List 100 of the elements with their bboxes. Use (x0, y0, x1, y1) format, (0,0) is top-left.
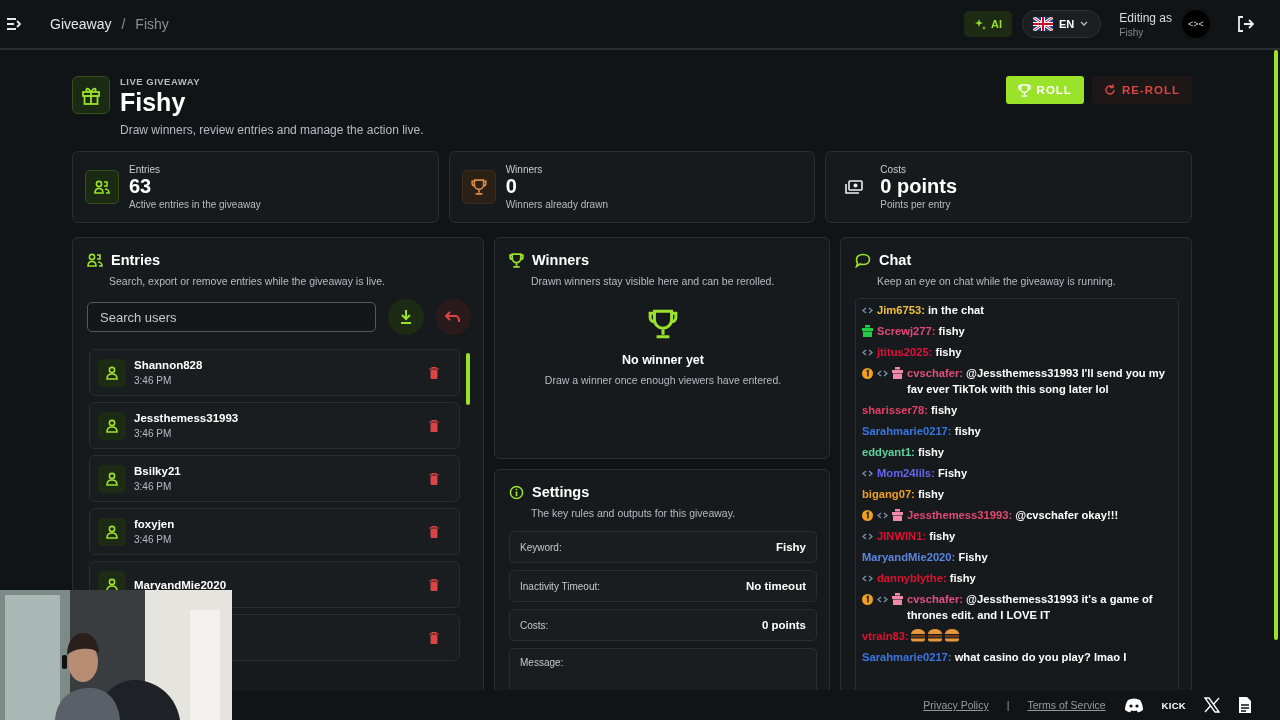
stat-value: 0 points (880, 175, 957, 198)
stat-label: Entries (129, 164, 162, 175)
cash-icon (845, 180, 864, 194)
chat-message: cvschafer: @Jessthemess31993 it's a game of thrones edit. and I LOVE IT (907, 592, 1154, 623)
burger-icon (909, 628, 926, 642)
download-icon (399, 309, 413, 325)
chat-message: sharisser78: fishy (862, 403, 958, 418)
users-icon (87, 253, 103, 267)
entry-name: foxyjen (134, 518, 176, 530)
footer-link[interactable]: Terms of Service (1027, 699, 1106, 711)
download-button[interactable] (388, 299, 424, 335)
setting-value: No timeout (745, 580, 806, 592)
chat-message: Sarahmarie0217: fishy (862, 424, 981, 439)
user-icon (98, 358, 126, 387)
footer-link[interactable]: Privacy Policy (923, 699, 989, 711)
entry-name: Shannon828 (134, 359, 204, 371)
badge-icon (862, 593, 873, 605)
chat-message: dannyblythe: fishy (877, 571, 976, 586)
chat-message: Jim6753: in the chat (877, 303, 984, 318)
avatar[interactable]: <>< (1182, 10, 1210, 38)
burger-icon (943, 628, 960, 642)
info-icon (509, 484, 524, 500)
entry-name: Bsilky21 (134, 465, 182, 477)
gift-icon (72, 76, 110, 114)
panel-title: Settings (532, 484, 590, 500)
gift-icon (862, 325, 873, 337)
chat-message: Sarahmarie0217: what casino do you play? lmao I (862, 650, 1127, 665)
stat-value: 0 (505, 175, 518, 198)
empty-text: Draw a winner once enough viewers have entered. (544, 374, 782, 386)
search-field[interactable]: Search users (87, 302, 377, 332)
badge-icon (862, 367, 873, 379)
discord-icon[interactable] (1123, 697, 1144, 713)
chat-message: MaryandMie2020: Fishy (862, 550, 988, 565)
giveaway-title: Fishy (120, 88, 187, 117)
badge-icon (862, 306, 873, 314)
chat-message: Jessthemess31993: @cvschafer okay!!! (907, 508, 1119, 523)
chat-message: bigang07: fishy (862, 487, 945, 502)
ai-button[interactable]: AI (964, 11, 1012, 37)
badge-icon (862, 348, 873, 356)
stat-note: Active entries in the giveaway (129, 199, 261, 210)
editing-label: Editing as (1119, 10, 1172, 25)
giveaway-subtitle: Draw winners, review entries and manage the action live. (120, 123, 424, 137)
kick-logo[interactable]: KICK (1161, 699, 1186, 711)
breadcrumb-link[interactable]: Giveaway (50, 16, 112, 32)
badge-icon (877, 511, 888, 519)
badge-icon (862, 469, 873, 477)
entry-name: MaryandMie2020 (134, 578, 228, 591)
trash-icon[interactable] (429, 578, 439, 591)
stat-label: Winners (505, 164, 544, 175)
logout-icon[interactable] (1236, 15, 1254, 33)
chat-message: Screwj277: fishy (877, 324, 965, 339)
setting-label: Message: (520, 657, 564, 668)
gift-icon (892, 593, 903, 605)
flag-icon (1033, 17, 1053, 31)
panel-title: Entries (111, 252, 161, 268)
panel-subtitle: Drawn winners stay visible here and can be rerolled. (531, 275, 776, 287)
setting-label: Costs: (520, 619, 549, 631)
panel-subtitle: Keep an eye on chat while the giveaway is running. (877, 275, 1117, 287)
trash-icon[interactable] (429, 525, 439, 538)
setting-value: Fishy (775, 541, 806, 553)
chevron-down-icon (1080, 21, 1089, 27)
entry-time: 3:46 PM (134, 534, 173, 545)
trash-icon[interactable] (429, 419, 439, 432)
chat-message: vtrain83: (862, 629, 909, 644)
document-icon[interactable] (1238, 696, 1252, 714)
entry-time: 3:46 PM (134, 481, 173, 492)
panel-title: Chat (879, 252, 912, 268)
stat-label: Costs (880, 164, 907, 175)
menu-icon[interactable] (6, 17, 22, 31)
language-selector[interactable]: EN (1022, 10, 1102, 38)
badge-icon (862, 532, 873, 540)
trophy-icon (648, 309, 678, 339)
entry-name: Jessthemess31993 (134, 412, 240, 424)
stat-note: Points per entry (880, 199, 952, 210)
trash-icon[interactable] (429, 366, 439, 379)
reroll-button[interactable]: RE-ROLL (1091, 76, 1192, 104)
chat-message: cvschafer: @Jessthemess31993 I'll send you my fav ever TikTok with this song later lol (907, 366, 1166, 397)
chat-icon (855, 252, 871, 268)
undo-icon (445, 311, 462, 323)
eyebrow-label: LIVE GIVEAWAY (120, 76, 202, 87)
trash-icon[interactable] (429, 631, 439, 644)
link-separator: | (1006, 699, 1010, 711)
trophy-icon (509, 252, 524, 268)
x-icon[interactable] (1204, 697, 1220, 713)
chat-message: eddyant1: fishy (862, 445, 945, 460)
badge-icon (877, 369, 888, 377)
user-icon (98, 464, 126, 493)
undo-button[interactable] (435, 299, 471, 335)
page-scrollbar[interactable] (1274, 50, 1278, 640)
setting-value: 0 points (761, 619, 806, 631)
editing-user: Fishy (1119, 26, 1145, 38)
badge-icon (862, 509, 873, 521)
panel-subtitle: The key rules and outputs for this giveaway. (531, 507, 737, 519)
users-icon (94, 180, 110, 194)
gift-icon (892, 509, 903, 521)
chat-message: jtitus2025: fishy (877, 345, 962, 360)
setting-label: Inactivity Timeout: (520, 580, 601, 592)
burger-icon (926, 628, 943, 642)
badge-icon (862, 574, 873, 582)
trash-icon[interactable] (429, 472, 439, 485)
